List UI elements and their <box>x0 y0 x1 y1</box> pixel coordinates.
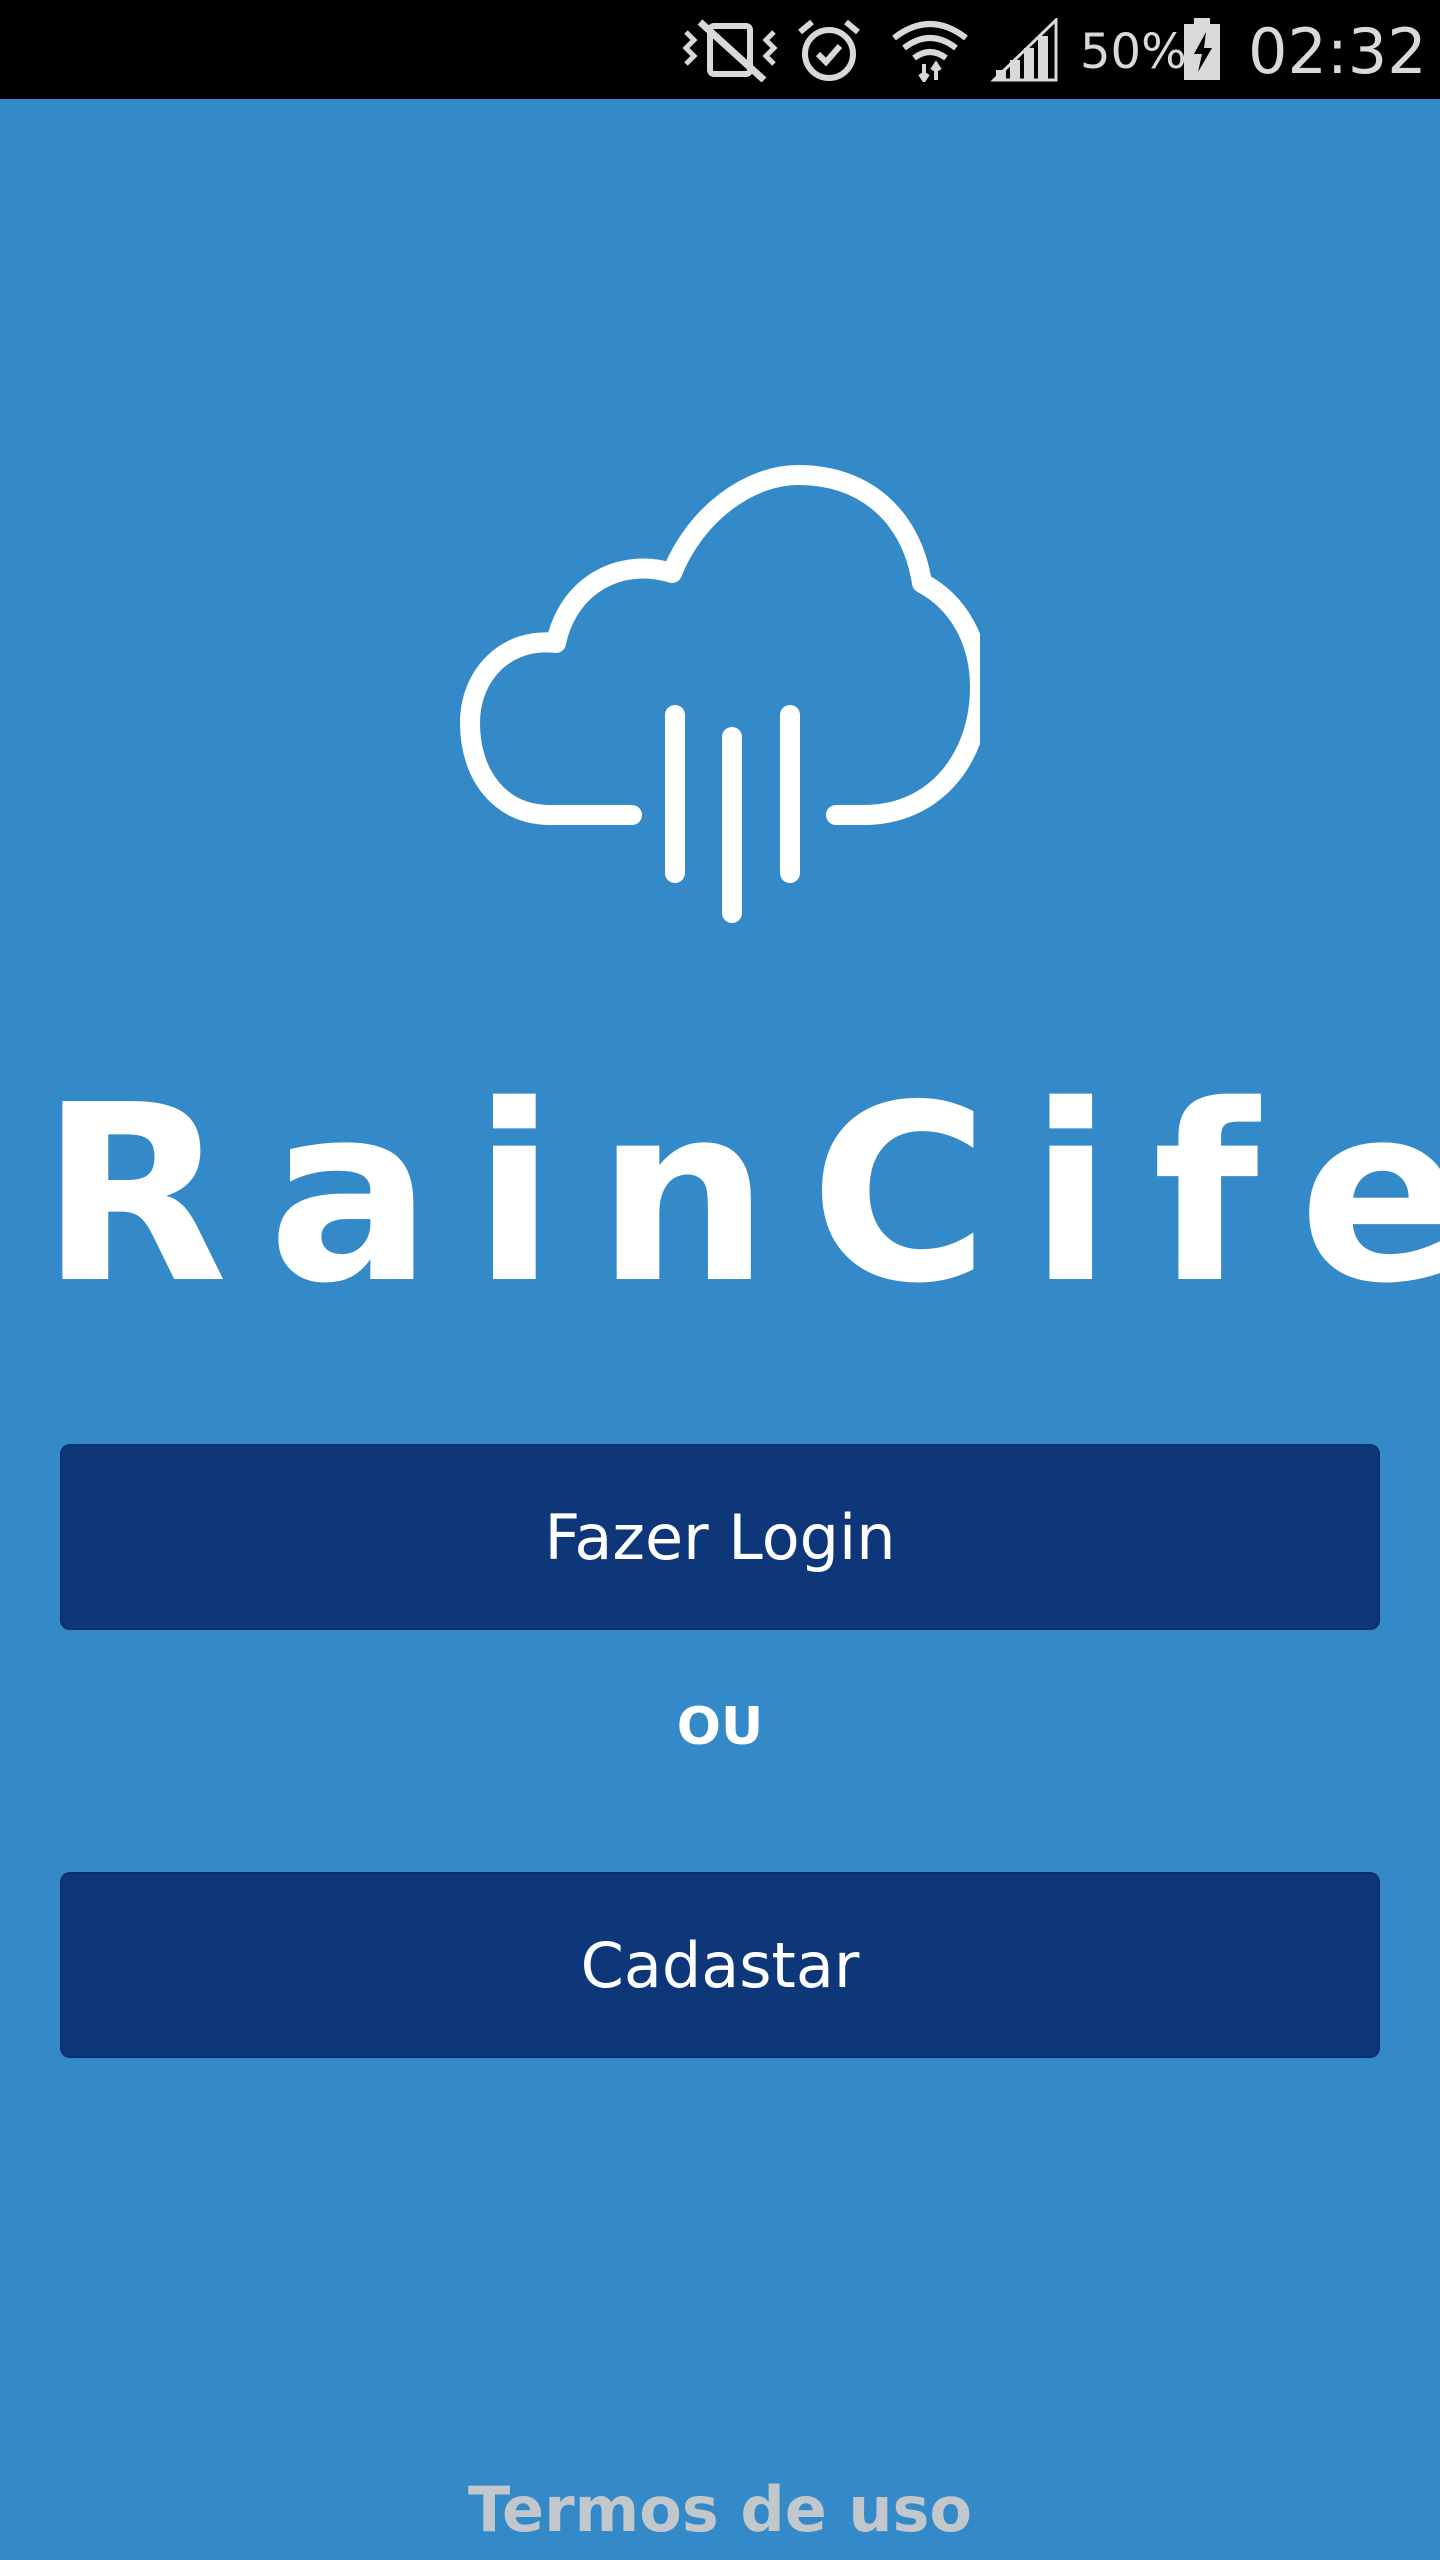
login-button[interactable]: Fazer Login <box>60 1444 1380 1630</box>
status-bar: 50% 02:32 <box>0 0 1440 99</box>
clock: 02:32 <box>1248 15 1427 88</box>
battery-percent: 50% <box>1080 24 1187 80</box>
register-button[interactable]: Cadastar <box>60 1872 1380 2058</box>
or-separator: OU <box>676 1697 764 1757</box>
terms-of-use-link[interactable]: Termos de uso <box>0 2470 1440 2550</box>
alarm-icon <box>798 19 860 81</box>
battery-charging-icon <box>1184 18 1220 80</box>
vibrate-off-icon <box>682 19 778 82</box>
wifi-icon <box>892 21 968 82</box>
app-title: RainCife <box>40 1053 1440 1337</box>
cloud-rain-icon <box>460 465 980 923</box>
signal-icon <box>990 18 1058 82</box>
